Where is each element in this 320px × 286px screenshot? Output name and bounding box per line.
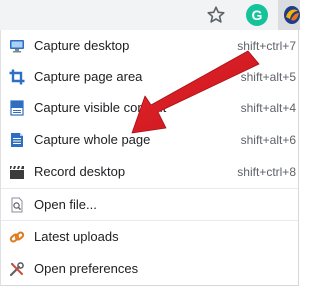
whole-page-icon [11,133,23,147]
menu-item-latest-uploads[interactable]: Latest uploads [1,221,298,253]
clapperboard-icon [10,166,24,179]
star-icon[interactable] [206,5,226,25]
menu-item-capture-page-area[interactable]: Capture page area shift+alt+5 [1,61,298,93]
menu-item-shortcut: shift+ctrl+7 [235,30,296,62]
screenshot-extension-icon [284,6,300,24]
grammarly-letter: G [251,7,263,23]
menu-item-label: Capture page area [34,69,143,84]
menu-item-label: Capture whole page [34,132,151,147]
monitor-icon [10,40,24,53]
menu-item-record-desktop[interactable]: Record desktop shift+ctrl+8 [1,156,298,188]
link-icon [9,231,25,243]
menu-item-label: Capture visible content [34,100,167,115]
tools-icon [9,262,24,277]
visible-content-icon [10,100,24,116]
menu-item-open-preferences[interactable]: Open preferences [1,253,298,285]
menu-item-capture-whole-page[interactable]: Capture whole page shift+alt+6 [1,124,298,156]
menu-item-label: Capture desktop [34,38,130,53]
menu-item-capture-visible-content[interactable]: Capture visible content shift+alt+4 [1,92,298,124]
menu-item-shortcut: shift+alt+4 [238,92,296,124]
capture-menu: Capture desktop shift+ctrl+7 Capture pag… [0,30,299,286]
open-file-icon [11,197,23,213]
crop-icon [9,69,25,85]
browser-toolbar: G [0,0,300,30]
menu-item-shortcut: shift+alt+6 [238,124,296,156]
menu-item-label: Record desktop [34,164,126,179]
menu-item-label: Latest uploads [34,229,119,244]
menu-item-shortcut: shift+ctrl+8 [235,156,296,188]
screenshot-extension-button[interactable] [278,0,300,30]
grammarly-icon[interactable]: G [246,4,268,26]
menu-item-capture-desktop[interactable]: Capture desktop shift+ctrl+7 [1,30,298,62]
menu-item-label: Open preferences [34,261,139,276]
menu-item-open-file[interactable]: Open file... [1,189,298,221]
menu-item-label: Open file... [34,197,97,212]
menu-item-shortcut: shift+alt+5 [238,61,296,93]
